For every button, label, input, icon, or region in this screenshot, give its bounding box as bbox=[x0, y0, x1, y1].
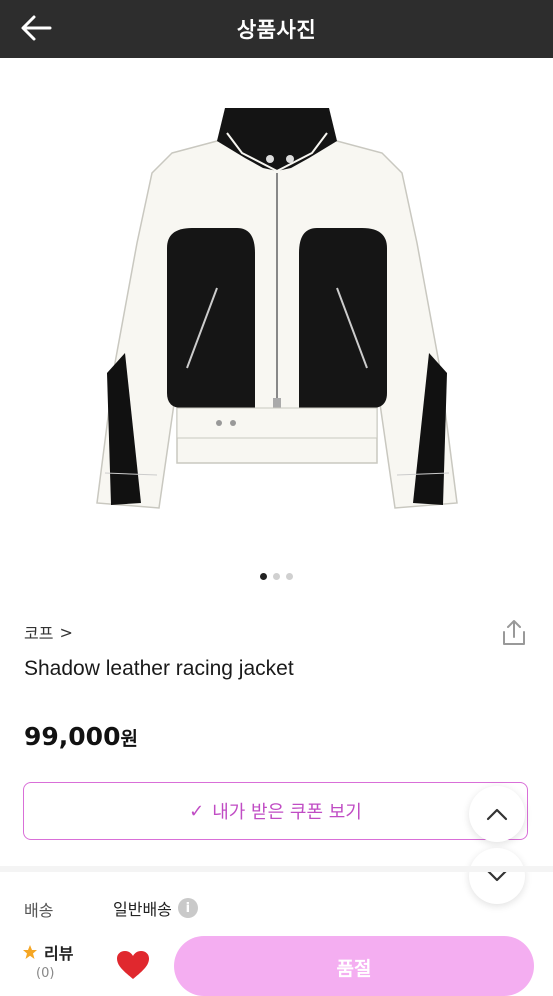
review-link[interactable]: 리뷰 bbox=[22, 940, 73, 964]
product-price: 99,000원 bbox=[24, 722, 138, 751]
scroll-down-button[interactable] bbox=[469, 848, 525, 904]
carousel-dot-3[interactable] bbox=[286, 573, 293, 580]
carousel-indicator bbox=[0, 573, 553, 580]
carousel-dot-2[interactable] bbox=[273, 573, 280, 580]
brand-name: 코프 bbox=[24, 624, 54, 643]
star-icon bbox=[23, 945, 37, 959]
product-image bbox=[95, 108, 458, 509]
product-title: Shadow leather racing jacket bbox=[24, 657, 294, 680]
product-image-carousel[interactable] bbox=[0, 58, 553, 568]
price-value: 99,000 bbox=[24, 722, 121, 751]
buy-button[interactable]: 품절 bbox=[174, 936, 534, 996]
check-icon: ✓ bbox=[189, 800, 205, 822]
shipping-type: 일반배송 bbox=[113, 900, 172, 919]
scroll-up-button[interactable] bbox=[469, 786, 525, 842]
section-divider bbox=[0, 866, 553, 872]
share-button[interactable] bbox=[500, 618, 528, 648]
chevron-right-icon: > bbox=[59, 622, 73, 642]
review-count: (0) bbox=[36, 966, 55, 981]
coupon-label: 내가 받은 쿠폰 보기 bbox=[212, 802, 362, 823]
review-label: 리뷰 bbox=[44, 944, 74, 963]
buy-button-label: 품절 bbox=[336, 958, 372, 980]
share-icon bbox=[503, 620, 525, 645]
view-coupons-button[interactable]: ✓ 내가 받은 쿠폰 보기 bbox=[23, 782, 528, 840]
carousel-dot-1[interactable] bbox=[260, 573, 267, 580]
price-currency: 원 bbox=[120, 728, 138, 750]
top-bar: 상품사진 bbox=[0, 0, 553, 58]
page-title: 상품사진 bbox=[236, 18, 317, 42]
shipping-value: 일반배송 i bbox=[113, 896, 198, 920]
info-icon[interactable]: i bbox=[177, 898, 198, 918]
brand-link[interactable]: 코프 > bbox=[24, 620, 73, 644]
shipping-label: 배송 bbox=[24, 901, 54, 920]
chevron-up-icon bbox=[486, 808, 508, 821]
